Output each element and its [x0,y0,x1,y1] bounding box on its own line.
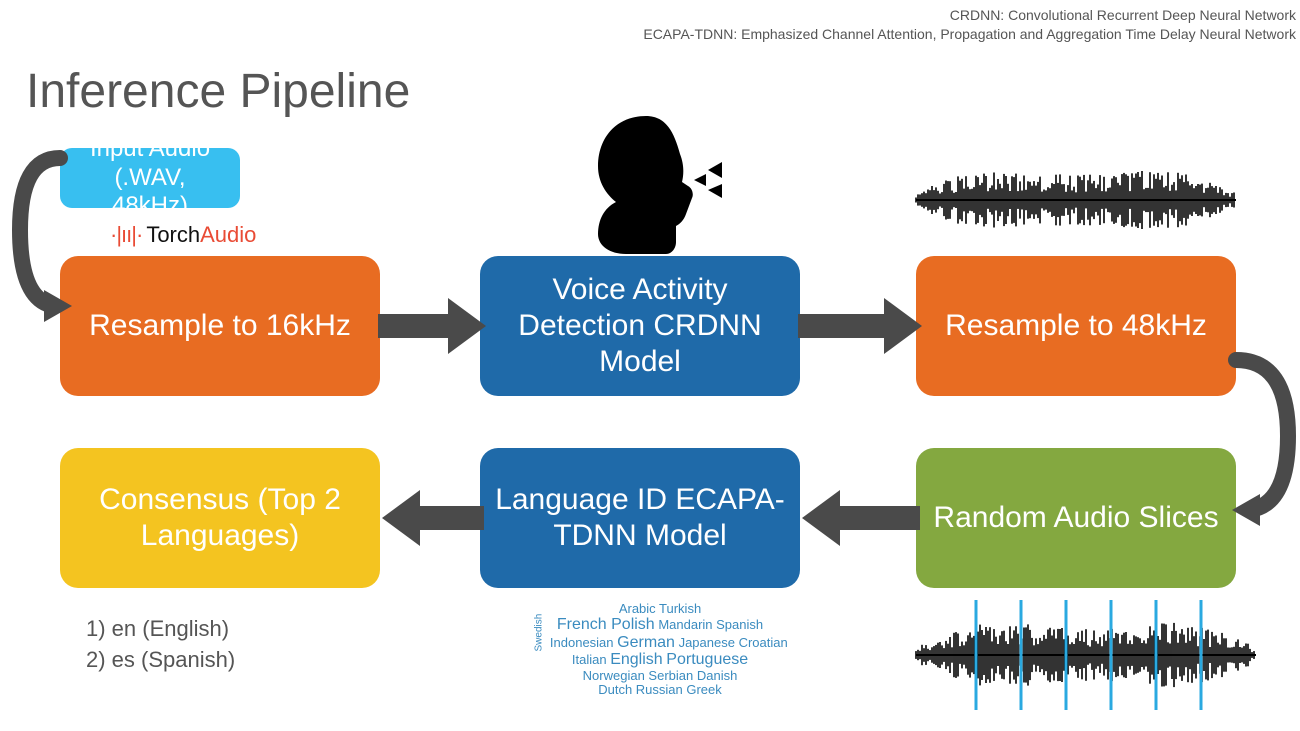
torchaudio-icon: ·|ıı|· [110,222,142,247]
wc-row: Dutch Russian Greek [530,683,790,697]
output-list: 1) en (English) 2) es (Spanish) [86,614,235,676]
arrow-slices-to-langid [800,490,920,546]
speaking-head-icon [576,108,736,258]
wc-row: Norwegian Serbian Danish [530,669,790,683]
language-wordcloud: Arabic Turkish French Polish Mandarin Sp… [530,602,790,698]
wc-row: Swedish Indonesian German Japanese Croat… [530,634,790,652]
note-crdnn: CRDNN: Convolutional Recurrent Deep Neur… [643,6,1296,25]
arrow-vad-to-r48 [798,298,924,354]
box-language-id: Language ID ECAPA-TDNN Model [480,448,800,588]
arrow-input-to-resample16 [14,150,104,320]
note-ecapa: ECAPA-TDNN: Emphasized Channel Attention… [643,25,1296,44]
waveform-icon-top [916,150,1236,250]
torchaudio-suffix: Audio [200,222,256,247]
abbreviation-notes: CRDNN: Convolutional Recurrent Deep Neur… [643,6,1296,44]
output-1: 1) en (English) [86,614,235,645]
box-resample-16khz: Resample to 16kHz [60,256,380,396]
box-consensus: Consensus (Top 2 Languages) [60,448,380,588]
box-random-slices: Random Audio Slices [916,448,1236,588]
output-2: 2) es (Spanish) [86,645,235,676]
box-resample-48khz: Resample to 48kHz [916,256,1236,396]
page-title: Inference Pipeline [26,64,410,119]
arrow-langid-to-consensus [380,490,484,546]
wc-row: Italian English Portuguese [530,651,790,669]
torchaudio-label: ·|ıı|·TorchAudio [110,222,256,248]
wc-row: French Polish Mandarin Spanish [530,616,790,634]
box-vad-crdnn: Voice Activity Detection CRDNN Model [480,256,800,396]
waveform-slices-icon [916,600,1256,710]
wc-row: Arabic Turkish [530,602,790,616]
torchaudio-prefix: Torch [146,222,200,247]
arrow-r16-to-vad [378,298,488,354]
arrow-r48-to-slices [1232,352,1300,522]
